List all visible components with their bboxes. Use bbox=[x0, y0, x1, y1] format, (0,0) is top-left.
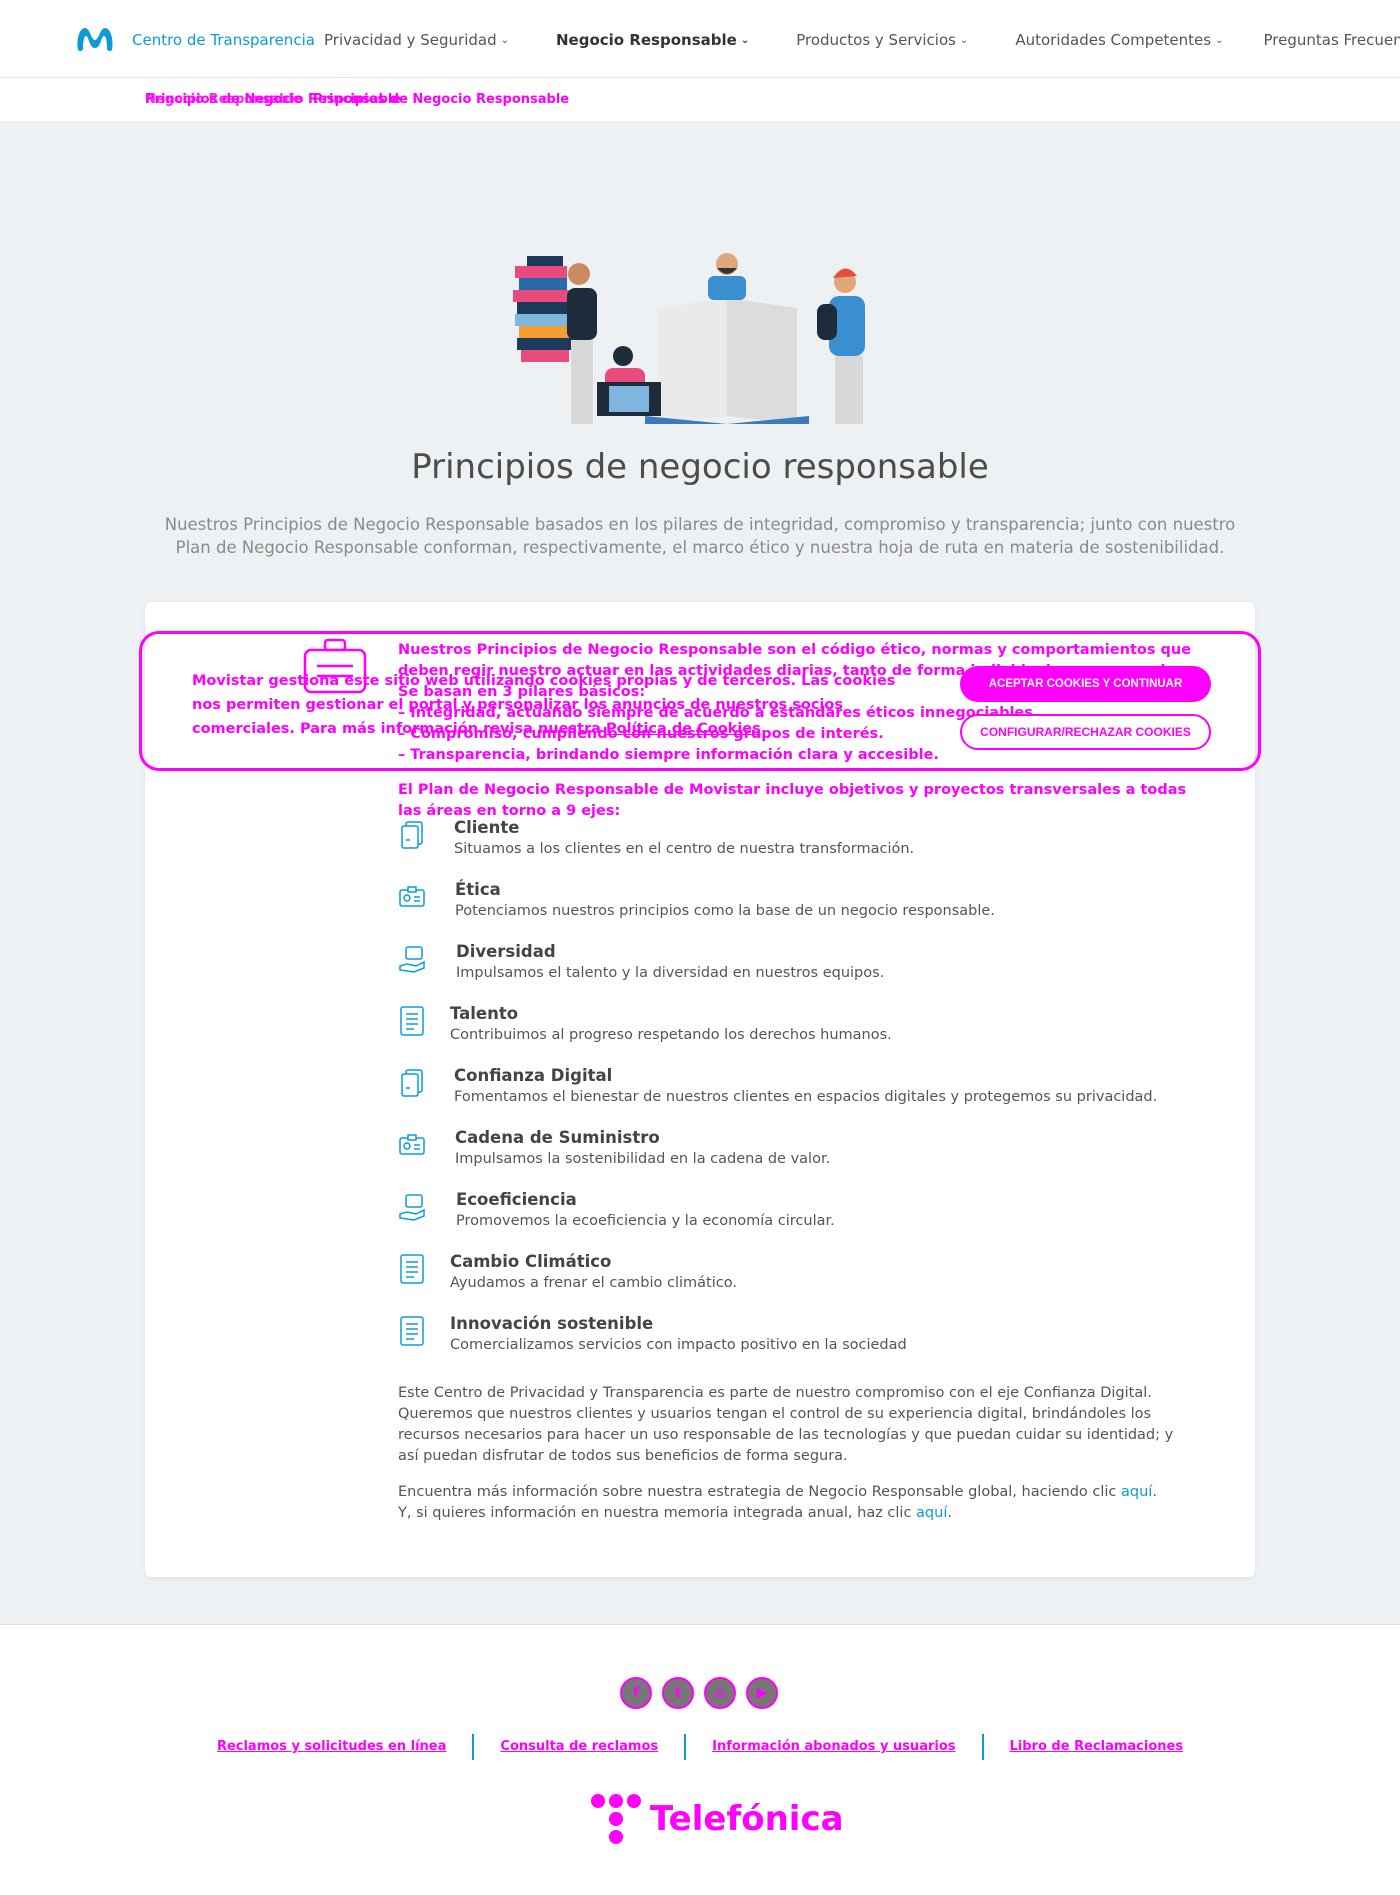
social-links: f t ◎ ▶ bbox=[620, 1677, 788, 1709]
facebook-icon[interactable]: f bbox=[620, 1677, 652, 1709]
site-brand-link[interactable]: Centro de Transparencia bbox=[132, 31, 315, 49]
cookie-policy-link[interactable]: Política de Cookies bbox=[606, 721, 761, 737]
chevron-down-icon: ⌄ bbox=[959, 34, 969, 46]
pillar-title: Cliente bbox=[454, 818, 520, 837]
nav-faq[interactable]: Preguntas Frecuentes bbox=[1263, 31, 1400, 49]
pillar-desc: Comercializamos servicios con impacto po… bbox=[450, 1337, 907, 1353]
pillar-title: Ética bbox=[455, 880, 501, 899]
documents-icon bbox=[401, 821, 423, 849]
pillar-desc: Situamos a los clientes en el centro de … bbox=[454, 841, 915, 857]
nav-negocio-responsable[interactable]: Negocio Responsable ⌄ bbox=[556, 31, 749, 49]
closing-paragraph: Este Centro de Privacidad y Transparenci… bbox=[398, 1385, 1174, 1464]
telefonica-wordmark: Telefónica bbox=[650, 1799, 844, 1839]
site-footer: f t ◎ ▶ Reclamos y solicitudes en línea … bbox=[0, 1624, 1400, 1895]
pillar-desc: Impulsamos el talento y la diversidad en… bbox=[456, 965, 885, 981]
breadcrumb: Negocio Responsable Principios de Negoci… bbox=[0, 78, 1400, 122]
chevron-down-icon: ⌄ bbox=[1215, 34, 1224, 46]
book-stack-icon bbox=[513, 256, 573, 362]
closing-text: Este Centro de Privacidad y Transparenci… bbox=[398, 1383, 1198, 1539]
cookie-banner: Movistar gestiona este sitio web utiliza… bbox=[139, 631, 1261, 771]
pillar-title: Confianza Digital bbox=[454, 1066, 613, 1085]
pillar-title: Ecoeficiencia bbox=[456, 1190, 577, 1209]
document-icon bbox=[400, 1316, 424, 1346]
id-card-icon bbox=[399, 886, 425, 907]
hand-care-icon bbox=[399, 946, 425, 973]
chevron-down-icon: ⌄ bbox=[500, 34, 509, 46]
main-nav: Privacidad y Seguridad ⌄ Negocio Responsa… bbox=[324, 31, 1400, 49]
configure-cookies-button[interactable]: CONFIGURAR/RECHAZAR COOKIES bbox=[960, 714, 1211, 750]
document-icon bbox=[400, 1006, 424, 1036]
footer-links: Reclamos y solicitudes en línea Consulta… bbox=[0, 1734, 1400, 1760]
documents-icon bbox=[401, 1069, 423, 1097]
twitter-icon[interactable]: t bbox=[662, 1677, 694, 1709]
cookie-message: Movistar gestiona este sitio web utiliza… bbox=[192, 673, 896, 737]
footer-link-consulta-reclamos[interactable]: Consulta de reclamos bbox=[474, 1734, 687, 1760]
instagram-icon[interactable]: ◎ bbox=[704, 1677, 736, 1709]
global-strategy-link[interactable]: aquí bbox=[1121, 1484, 1152, 1500]
chevron-down-icon: ⌄ bbox=[740, 34, 750, 46]
pillar-desc: Fomentamos el bienestar de nuestros clie… bbox=[454, 1089, 1158, 1105]
footer-link-reclamos-online[interactable]: Reclamos y solicitudes en línea bbox=[191, 1734, 475, 1760]
more-info-paragraph: Encuentra más información sobre nuestra … bbox=[398, 1484, 1157, 1521]
pillar-desc: Ayudamos a frenar el cambio climático. bbox=[450, 1275, 737, 1291]
pillar-title: Talento bbox=[450, 1004, 519, 1023]
telefonica-t-icon bbox=[591, 1794, 641, 1844]
pillar-title: Cambio Climático bbox=[450, 1252, 612, 1271]
pillar-desc: Promovemos la ecoeficiencia y la economí… bbox=[456, 1213, 835, 1229]
footer-link-info-abonados[interactable]: Información abonados y usuarios bbox=[686, 1734, 984, 1760]
hand-care-icon bbox=[399, 1194, 425, 1221]
pillar-title: Cadena de Suministro bbox=[455, 1128, 660, 1147]
page-title: Principios de negocio responsable bbox=[411, 447, 989, 487]
nav-autoridades[interactable]: Autoridades Competentes ⌄ bbox=[1015, 31, 1223, 49]
hero-section: Principios de negocio responsable Nuestr… bbox=[0, 122, 1400, 1624]
breadcrumb-current: Principios de Negocio Responsable bbox=[313, 92, 570, 107]
telefonica-logo[interactable]: Telefónica bbox=[590, 1791, 844, 1851]
plan-intro: El Plan de Negocio Responsable de Movist… bbox=[398, 782, 1187, 819]
nav-productos[interactable]: Productos y Servicios ⌄ bbox=[796, 31, 968, 49]
annual-report-link[interactable]: aquí bbox=[916, 1505, 947, 1521]
pillar-desc: Potenciamos nuestros principios como la … bbox=[455, 903, 995, 919]
pillar-title: Diversidad bbox=[456, 942, 556, 961]
people-reading-illustration bbox=[513, 253, 865, 424]
movistar-logo-icon[interactable] bbox=[74, 24, 116, 54]
pillar-title: Innovación sostenible bbox=[450, 1314, 654, 1333]
pillar-desc: Impulsamos la sostenibilidad en la caden… bbox=[455, 1151, 831, 1167]
pillar-desc: Contribuimos al progreso respetando los … bbox=[450, 1027, 892, 1043]
footer-link-libro-reclamaciones[interactable]: Libro de Reclamaciones bbox=[984, 1734, 1210, 1760]
site-header: Centro de Transparencia Privacidad y Seg… bbox=[0, 0, 1400, 78]
accept-cookies-button[interactable]: ACEPTAR COOKIES Y CONTINUAR bbox=[960, 666, 1211, 702]
page-subtitle: Nuestros Principios de Negocio Responsab… bbox=[164, 515, 1236, 557]
nav-privacidad[interactable]: Privacidad y Seguridad ⌄ bbox=[324, 31, 509, 49]
youtube-icon[interactable]: ▶ bbox=[746, 1677, 778, 1709]
document-icon bbox=[400, 1254, 424, 1284]
id-card-icon bbox=[399, 1134, 425, 1155]
